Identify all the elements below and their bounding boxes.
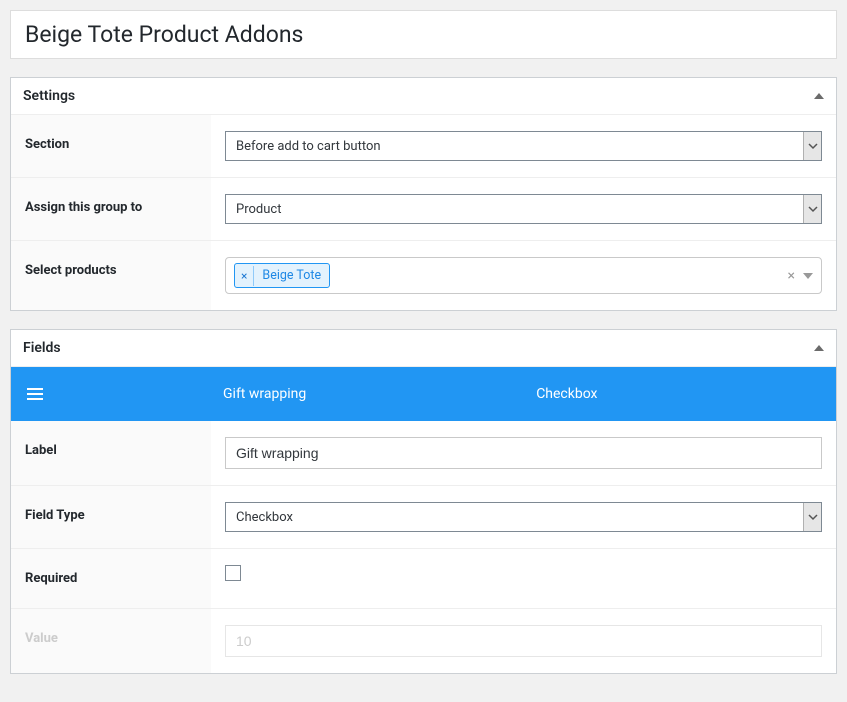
product-tag-label: Beige Tote — [254, 264, 329, 287]
chevron-down-icon — [803, 195, 821, 223]
remove-tag-icon[interactable]: × — [235, 266, 254, 286]
collapse-icon — [814, 345, 824, 351]
assign-select[interactable]: Product — [225, 194, 822, 224]
settings-panel-header[interactable]: Settings — [11, 78, 836, 115]
value-row: Value — [11, 608, 836, 673]
chevron-down-icon — [803, 132, 821, 160]
label-input[interactable] — [225, 437, 822, 469]
field-item-header[interactable]: Gift wrapping Checkbox — [11, 367, 836, 421]
assign-row: Assign this group to Product — [11, 177, 836, 240]
drag-handle-icon[interactable] — [27, 385, 43, 403]
value-label: Value — [11, 609, 211, 673]
field-type-value: Checkbox — [226, 503, 803, 531]
fields-panel-header[interactable]: Fields — [11, 330, 836, 367]
required-checkbox[interactable] — [225, 565, 241, 581]
fields-panel: Fields Gift wrapping Checkbox Label Fiel… — [10, 329, 837, 674]
settings-panel-body: Section Before add to cart button Assign… — [11, 115, 836, 310]
field-type-select[interactable]: Checkbox — [225, 502, 822, 532]
products-multiselect[interactable]: × Beige Tote × — [225, 257, 822, 294]
title-container: Beige Tote Product Addons — [10, 10, 837, 59]
section-row: Section Before add to cart button — [11, 115, 836, 177]
select-products-label: Select products — [11, 241, 211, 310]
page-title: Beige Tote Product Addons — [25, 21, 822, 48]
field-details: Label Field Type Checkbox Required — [11, 421, 836, 673]
field-item-name: Gift wrapping — [223, 386, 306, 402]
collapse-icon — [814, 93, 824, 99]
field-type-row: Field Type Checkbox — [11, 485, 836, 548]
label-row: Label — [11, 421, 836, 485]
clear-all-icon[interactable]: × — [788, 268, 795, 284]
settings-panel: Settings Section Before add to cart butt… — [10, 77, 837, 311]
select-products-row: Select products × Beige Tote × — [11, 240, 836, 310]
required-label: Required — [11, 549, 211, 608]
field-type-label: Field Type — [11, 486, 211, 548]
field-item-type: Checkbox — [536, 386, 597, 402]
section-select[interactable]: Before add to cart button — [225, 131, 822, 161]
product-tag: × Beige Tote — [234, 263, 330, 288]
chevron-down-icon — [803, 273, 813, 279]
assign-select-value: Product — [226, 195, 803, 223]
label-label: Label — [11, 421, 211, 485]
fields-panel-title: Fields — [23, 340, 61, 356]
required-row: Required — [11, 548, 836, 608]
assign-label: Assign this group to — [11, 178, 211, 240]
chevron-down-icon — [803, 503, 821, 531]
section-select-value: Before add to cart button — [226, 132, 803, 160]
settings-panel-title: Settings — [23, 88, 75, 104]
section-label: Section — [11, 115, 211, 177]
value-input[interactable] — [225, 625, 822, 657]
